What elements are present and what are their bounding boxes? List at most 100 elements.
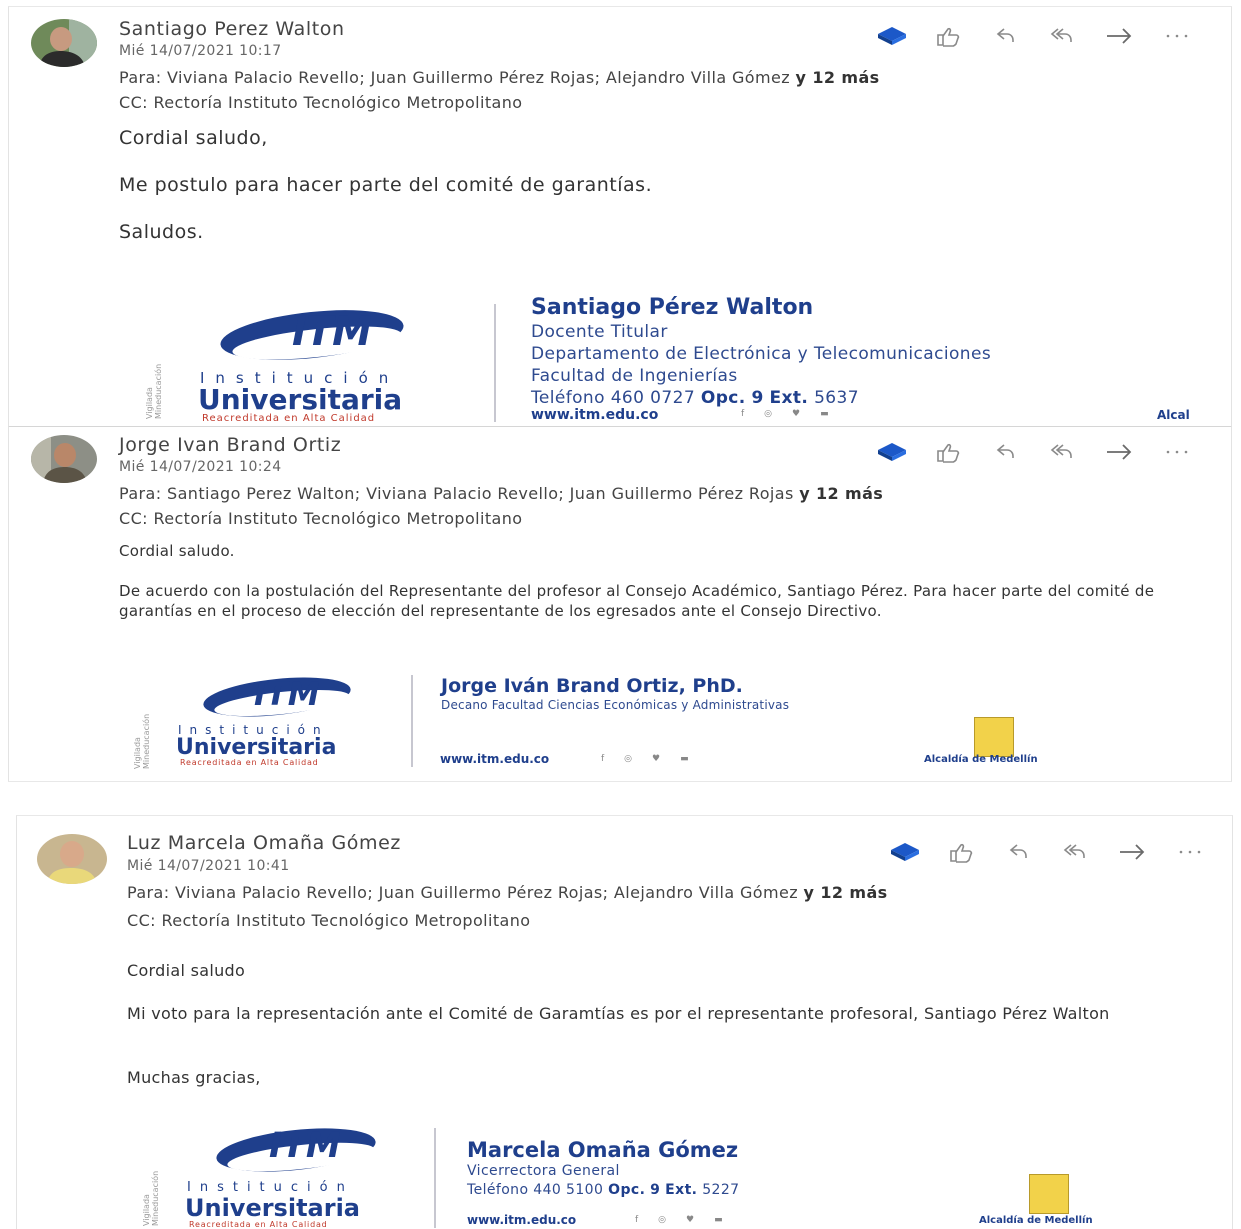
reply-all-icon[interactable] — [1045, 22, 1081, 50]
twitter-icon[interactable]: ♥ — [686, 1215, 694, 1225]
forward-icon[interactable] — [1115, 838, 1151, 866]
logo-universitaria: Universitaria — [198, 383, 403, 416]
body-greeting: Cordial saludo — [127, 961, 246, 980]
itm-logo: ITM Institución Universitaria Reacredita… — [172, 673, 387, 769]
category-icon[interactable] — [874, 438, 910, 466]
category-icon[interactable] — [887, 838, 923, 866]
vertical-label: Vigilada Mineducación — [145, 363, 163, 419]
youtube-icon[interactable]: ▬ — [714, 1215, 723, 1225]
to-line: Para: Santiago Perez Walton; Viviana Pal… — [119, 484, 883, 503]
opc-label: Opc. — [608, 1182, 646, 1198]
reply-all-icon[interactable] — [1058, 838, 1094, 866]
body-closing: Muchas gracias, — [127, 1068, 261, 1087]
facebook-icon[interactable]: f — [635, 1215, 638, 1225]
phone-number: 460 0727 — [610, 388, 696, 408]
to-recipients[interactable]: Viviana Palacio Revello; Juan Guillermo … — [167, 68, 790, 87]
cc-line: CC: Rectoría Instituto Tecnológico Metro… — [127, 911, 530, 930]
logo-itm-mark: ITM — [254, 675, 320, 713]
avatar-photo — [37, 834, 107, 884]
sender-name[interactable]: Luz Marcela Omaña Gómez — [127, 832, 401, 854]
avatar[interactable] — [37, 834, 107, 884]
more-recipients-link[interactable]: y 12 más — [796, 68, 880, 87]
logo-institucion: Institución — [187, 1180, 354, 1195]
signature-divider — [494, 304, 496, 422]
youtube-icon[interactable]: ▬ — [680, 754, 689, 764]
body-greeting: Cordial saludo, — [119, 127, 268, 149]
cc-recipients[interactable]: Rectoría Instituto Tecnológico Metropoli… — [153, 93, 522, 112]
avatar[interactable] — [31, 19, 97, 67]
social-links: f ◎ ♥ ▬ — [741, 409, 829, 419]
to-line: Para: Viviana Palacio Revello; Juan Guil… — [119, 68, 880, 87]
cc-recipients[interactable]: Rectoría Instituto Tecnológico Metropoli… — [153, 509, 522, 528]
ext-value: 5637 — [814, 388, 859, 408]
opc-value: 9 — [650, 1182, 661, 1198]
forward-icon[interactable] — [1102, 22, 1138, 50]
instagram-icon[interactable]: ◎ — [658, 1215, 666, 1225]
signature-divider — [411, 675, 413, 767]
facebook-icon[interactable]: f — [741, 409, 744, 419]
signature-divider — [434, 1128, 436, 1228]
to-recipients[interactable]: Santiago Perez Walton; Viviana Palacio R… — [167, 484, 794, 503]
cc-label: CC: — [119, 93, 148, 112]
like-icon[interactable] — [931, 22, 967, 50]
sent-date: Mié 14/07/2021 10:17 — [119, 43, 282, 59]
signature-name: Jorge Iván Brand Ortiz, PhD. — [441, 675, 743, 697]
more-recipients-link[interactable]: y 12 más — [799, 484, 883, 503]
reply-icon[interactable] — [988, 22, 1024, 50]
logo-itm-mark: ITM — [269, 1126, 341, 1166]
message-actions — [887, 838, 1208, 866]
sender-name[interactable]: Santiago Perez Walton — [119, 18, 345, 40]
twitter-icon[interactable]: ♥ — [652, 754, 660, 764]
more-recipients-link[interactable]: y 12 más — [804, 883, 888, 902]
more-icon[interactable] — [1172, 838, 1208, 866]
message-actions — [874, 438, 1195, 466]
instagram-icon[interactable]: ◎ — [764, 409, 772, 419]
phone-label: Teléfono — [531, 388, 605, 408]
body-paragraph: Me postulo para hacer parte del comité d… — [119, 174, 653, 196]
signature-phone: Teléfono 440 5100 Opc. 9 Ext. 5227 — [467, 1182, 739, 1198]
signature-title: Vicerrectora General — [467, 1163, 620, 1179]
signature-name: Marcela Omaña Gómez — [467, 1138, 739, 1162]
reply-icon[interactable] — [1001, 838, 1037, 866]
signature-website-link[interactable]: www.itm.edu.co — [531, 407, 658, 423]
cc-line: CC: Rectoría Instituto Tecnológico Metro… — [119, 93, 522, 112]
logo-universitaria: Universitaria — [176, 735, 337, 760]
logo-universitaria: Universitaria — [185, 1194, 360, 1222]
forward-icon[interactable] — [1102, 438, 1138, 466]
to-recipients[interactable]: Viviana Palacio Revello; Juan Guillermo … — [175, 883, 798, 902]
instagram-icon[interactable]: ◎ — [624, 754, 632, 764]
cc-recipients[interactable]: Rectoría Instituto Tecnológico Metropoli… — [161, 911, 530, 930]
alcaldia-shield-icon — [1029, 1174, 1069, 1214]
facebook-icon[interactable]: f — [601, 754, 604, 764]
alcaldia-shield-icon — [974, 717, 1014, 757]
more-icon[interactable] — [1159, 438, 1195, 466]
signature-faculty: Facultad de Ingenierías — [531, 366, 738, 386]
body-paragraph: Mi voto para la representación ante el C… — [127, 1004, 1110, 1023]
social-links: f ◎ ♥ ▬ — [635, 1215, 723, 1225]
itm-logo: ITM Institución Universitaria Reacredita… — [181, 1124, 421, 1229]
category-icon[interactable] — [874, 22, 910, 50]
reply-icon[interactable] — [988, 438, 1024, 466]
sender-name[interactable]: Jorge Ivan Brand Ortiz — [119, 434, 341, 456]
twitter-icon[interactable]: ♥ — [792, 409, 800, 419]
signature-name: Santiago Pérez Walton — [531, 295, 814, 320]
sent-date: Mié 14/07/2021 10:24 — [119, 459, 282, 475]
ext-label: Ext. — [665, 1182, 698, 1198]
message-actions — [874, 22, 1195, 50]
like-icon[interactable] — [944, 838, 980, 866]
to-line: Para: Viviana Palacio Revello; Juan Guil… — [127, 883, 888, 902]
avatar[interactable] — [31, 435, 97, 483]
opc-value: 9 — [751, 388, 764, 408]
more-icon[interactable] — [1159, 22, 1195, 50]
signature-website-link[interactable]: www.itm.edu.co — [467, 1213, 576, 1227]
body-paragraph: De acuerdo con la postulación del Repres… — [119, 582, 1155, 620]
signature-website-link[interactable]: www.itm.edu.co — [440, 752, 549, 766]
signature-title: Decano Facultad Ciencias Económicas y Ad… — [441, 698, 790, 712]
logo-acreditada: Reacreditada en Alta Calidad — [180, 758, 319, 767]
reply-all-icon[interactable] — [1045, 438, 1081, 466]
signature-title: Docente Titular — [531, 322, 668, 342]
to-label: Para: — [127, 883, 170, 902]
like-icon[interactable] — [931, 438, 967, 466]
email-message-3: Luz Marcela Omaña Gómez Mié 14/07/2021 1… — [16, 815, 1233, 1229]
youtube-icon[interactable]: ▬ — [820, 409, 829, 419]
